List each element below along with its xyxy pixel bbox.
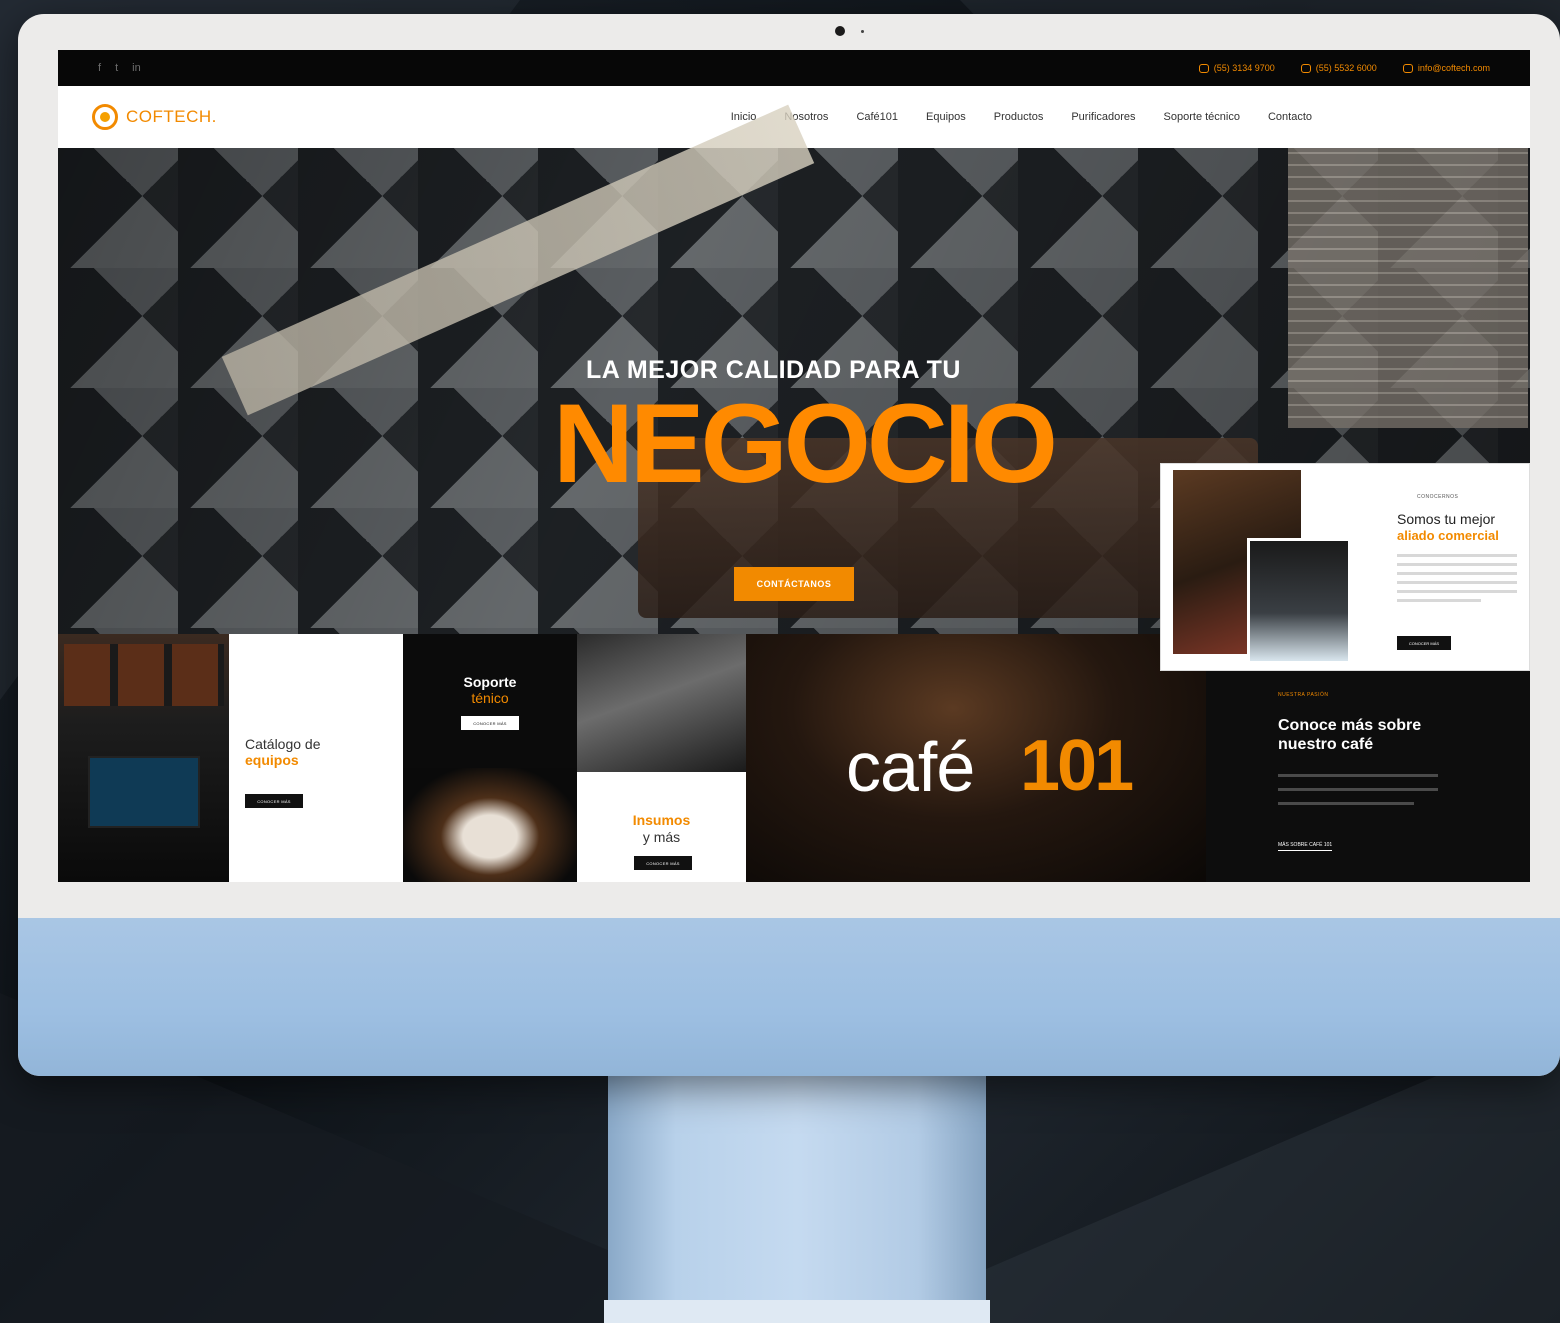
passion-kicker: NUESTRA PASIÓN: [1278, 692, 1329, 698]
phone2-text: (55) 5532 6000: [1315, 63, 1377, 73]
email-link[interactable]: info@coftech.com: [1402, 63, 1490, 73]
support-title: Soporte: [463, 674, 517, 690]
camera-icon: [835, 26, 845, 36]
coffee-bean-logo-icon: [92, 104, 118, 130]
tile-catalog: Catálogo de equipos CONOCER MÁS: [229, 634, 403, 882]
phone-whatsapp[interactable]: (55) 3134 9700: [1198, 63, 1275, 73]
mail-icon: [1402, 63, 1413, 73]
tile-machine-photo: [58, 634, 229, 882]
hero-photo-brick-column: [1288, 148, 1528, 428]
nav-item-productos[interactable]: Productos: [994, 111, 1044, 123]
tile-supplies: Insumos y más CONOCER MÁS: [577, 634, 746, 882]
phone-icon: [1300, 63, 1311, 73]
catalog-title: Catálogo de: [245, 736, 321, 752]
monitor-stand-foot: [604, 1300, 990, 1323]
support-button[interactable]: CONOCER MÁS: [461, 716, 519, 730]
tile-cafe101[interactable]: café 101: [746, 634, 1206, 882]
cafe101-logo-word: café: [846, 728, 975, 806]
whatsapp-icon: [1198, 63, 1209, 73]
ally-body-text: [1397, 554, 1517, 608]
passion-body-text: [1278, 774, 1438, 816]
contact-cta-button[interactable]: CONTÁCTANOS: [734, 567, 854, 601]
espresso-image: [1247, 538, 1351, 664]
ally-kicker: CONOCERNOS: [1417, 494, 1459, 500]
nav-menu: Inicio Nosotros Café101 Equipos Producto…: [731, 111, 1312, 123]
supplies-title-highlight: Insumos: [632, 812, 691, 828]
ally-card: CONOCERNOS Somos tu mejor aliado comerci…: [1160, 463, 1530, 671]
instagram-icon[interactable]: in: [132, 62, 141, 74]
nav-item-soporte[interactable]: Soporte técnico: [1164, 111, 1240, 123]
coffee-hoppers-image: [64, 644, 224, 706]
catalog-title-highlight: equipos: [245, 752, 299, 768]
camera-sensor: [861, 30, 864, 33]
coffee-cup-image: [403, 768, 577, 882]
espresso-machine-image: [577, 634, 746, 772]
monitor: f t in (55) 3134 9700 (55) 5532 6000 inf…: [18, 14, 1560, 1076]
phone-main[interactable]: (55) 5532 6000: [1300, 63, 1377, 73]
contact-info: (55) 3134 9700 (55) 5532 6000 info@cofte…: [1198, 63, 1490, 73]
nav-item-contacto[interactable]: Contacto: [1268, 111, 1312, 123]
twitter-icon[interactable]: t: [115, 62, 118, 74]
supplies-title: y más: [642, 829, 681, 845]
phone1-text: (55) 3134 9700: [1213, 63, 1275, 73]
nav-item-purificadores[interactable]: Purificadores: [1071, 111, 1135, 123]
monitor-chin: [18, 918, 1560, 1076]
website-screen: f t in (55) 3134 9700 (55) 5532 6000 inf…: [58, 50, 1530, 882]
passion-title: Conoce más sobre nuestro café: [1278, 717, 1422, 754]
catalog-button[interactable]: CONOCER MÁS: [245, 794, 303, 808]
hero-title: NEGOCIO: [553, 381, 1058, 506]
brand-logo[interactable]: COFTECH.: [92, 104, 217, 130]
machine-screen-image: [88, 756, 200, 828]
nav-item-equipos[interactable]: Equipos: [926, 111, 966, 123]
top-contact-bar: f t in (55) 3134 9700 (55) 5532 6000 inf…: [58, 50, 1530, 86]
cafe101-logo-number: 101: [1020, 726, 1134, 806]
tile-passion: NUESTRA PASIÓN Conoce más sobre nuestro …: [1206, 634, 1530, 882]
facebook-icon[interactable]: f: [98, 62, 101, 74]
ally-title: Somos tu mejor: [1397, 511, 1496, 527]
ally-title-highlight: aliado comercial: [1397, 528, 1499, 543]
brand-name: COFTECH.: [126, 107, 217, 126]
ally-button[interactable]: CONOCER MÁS: [1397, 636, 1451, 650]
social-links: f t in: [98, 62, 141, 74]
support-title-highlight: ténico: [471, 690, 509, 706]
passion-link[interactable]: MÁS SOBRE CAFÉ 101: [1278, 842, 1333, 851]
nav-item-cafe101[interactable]: Café101: [856, 111, 898, 123]
supplies-button[interactable]: CONOCER MÁS: [634, 856, 692, 870]
tile-support: Soporte ténico CONOCER MÁS: [403, 634, 577, 882]
monitor-stand: [608, 1076, 986, 1323]
email-text: info@coftech.com: [1417, 63, 1490, 73]
